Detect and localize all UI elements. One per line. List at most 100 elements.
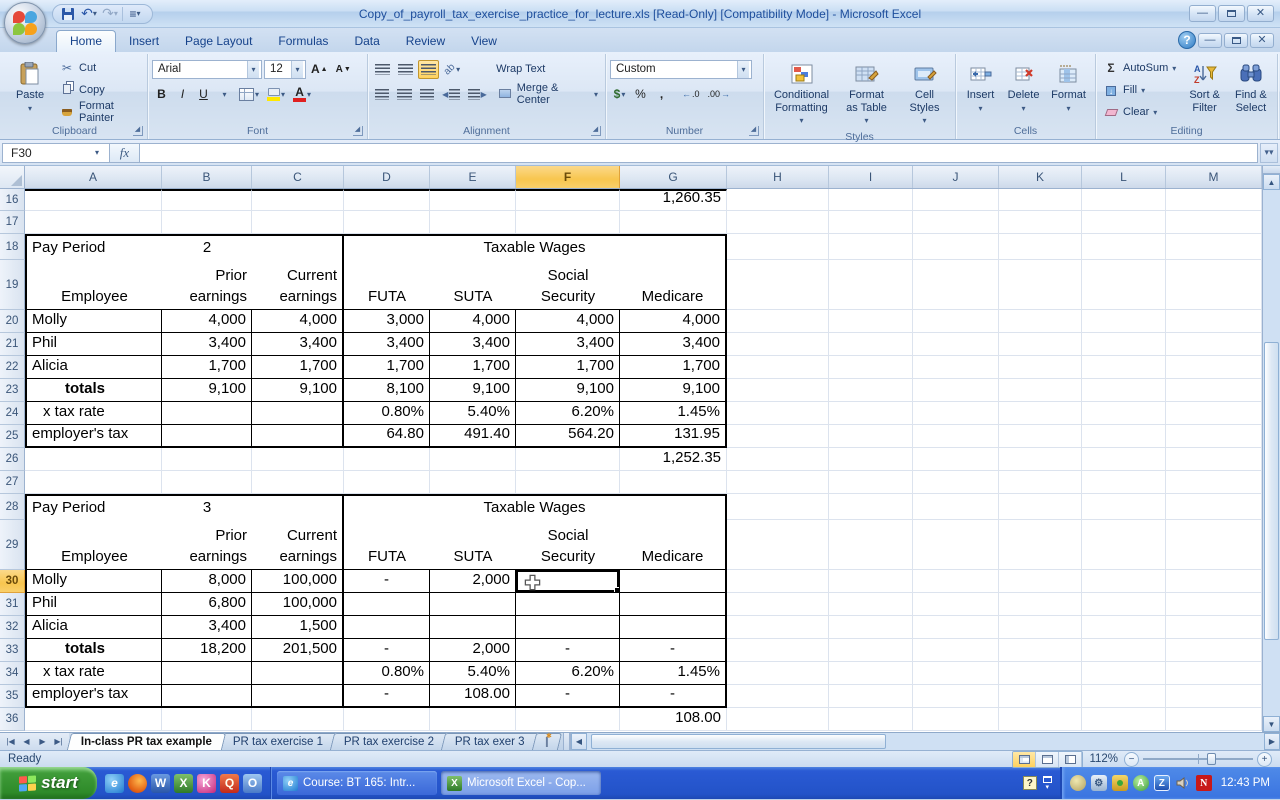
cell-I21[interactable] [829,333,913,356]
cell-C24[interactable] [252,402,344,425]
cell-B23[interactable]: 9,100 [162,379,252,402]
cell-D36[interactable] [344,708,430,731]
row-header-29[interactable]: 29 [0,520,25,570]
cell-E20[interactable]: 4,000 [430,310,516,333]
cell-K17[interactable] [999,211,1082,234]
insert-function-button[interactable]: fx [110,143,140,163]
scroll-right-button[interactable]: ▶ [1264,733,1280,750]
cell-H26[interactable] [727,448,829,471]
cell-C17[interactable] [252,211,344,234]
tab-page-layout[interactable]: Page Layout [172,31,265,52]
cell-E32[interactable] [430,616,516,639]
underline-dropdown[interactable]: ▾ [215,85,234,104]
cell-G17[interactable] [620,211,727,234]
cell-E34[interactable]: 5.40% [430,662,516,685]
cell-J31[interactable] [913,593,999,616]
cell-J23[interactable] [913,379,999,402]
restore-button[interactable] [1218,5,1245,22]
autosum-button[interactable]: ΣAutoSum▾ [1100,59,1181,77]
page-break-view-button[interactable] [1059,752,1082,767]
cell-F23[interactable]: 9,100 [516,379,620,402]
cell-J19[interactable] [913,260,999,310]
cell-B17[interactable] [162,211,252,234]
workbook-restore-button[interactable] [1224,33,1248,48]
delete-cells-button[interactable]: Delete▾ [1003,58,1044,122]
messenger-tray-icon[interactable] [1070,775,1086,791]
cell-J25[interactable] [913,425,999,448]
increase-indent-button[interactable]: ▶ [465,85,489,104]
shrink-font-button[interactable]: A▼ [333,60,354,79]
cell-L29[interactable] [1082,520,1166,570]
cell-E24[interactable]: 5.40% [430,402,516,425]
format-as-table-button[interactable]: Format as Table▾ [840,58,894,128]
row-header-23[interactable]: 23 [0,379,25,402]
sheet-tab-pr-tax-exercise-1[interactable]: PR tax exercise 1 [219,733,337,750]
cell-J30[interactable] [913,570,999,593]
cell-I25[interactable] [829,425,913,448]
cell-M16[interactable] [1166,189,1262,211]
cell-A20[interactable]: Molly [25,310,162,333]
undo-button[interactable]: ↶▾ [80,6,98,22]
cell-H22[interactable] [727,356,829,379]
cell-C28[interactable] [252,494,344,520]
outlook-icon[interactable]: O [243,774,262,793]
cell-F25[interactable]: 564.20 [516,425,620,448]
cell-F34[interactable]: 6.20% [516,662,620,685]
conditional-formatting-button[interactable]: Conditional Formatting▾ [771,58,833,128]
next-sheet-button[interactable]: ▶ [35,735,50,749]
cell-E33[interactable]: 2,000 [430,639,516,662]
cell-F16[interactable] [516,189,620,211]
zoom-in-button[interactable]: + [1257,752,1272,767]
excel-icon[interactable]: X [174,774,193,793]
cell-D28[interactable]: Taxable Wages [344,494,727,520]
cell-L18[interactable] [1082,234,1166,260]
restore-toolbar-icon[interactable]: ▾ [1043,776,1052,791]
column-header-H[interactable]: H [727,166,829,188]
tab-view[interactable]: View [458,31,510,52]
align-center-button[interactable] [394,85,414,104]
cell-J36[interactable] [913,708,999,731]
cell-I22[interactable] [829,356,913,379]
cell-I23[interactable] [829,379,913,402]
cell-H27[interactable] [727,471,829,494]
font-family-select[interactable]: Arial▾ [152,60,262,79]
cell-A25[interactable]: employer's tax [25,425,162,448]
cell-K33[interactable] [999,639,1082,662]
row-header-32[interactable]: 32 [0,616,25,639]
cell-I27[interactable] [829,471,913,494]
decrease-indent-button[interactable]: ◀ [439,85,463,104]
tools-tray-icon[interactable]: ⚙ [1091,775,1107,791]
sheet-tab-pr-tax-exer-3[interactable]: PR tax exer 3 [441,733,539,750]
cell-K34[interactable] [999,662,1082,685]
cell-J24[interactable] [913,402,999,425]
cell-G32[interactable] [620,616,727,639]
number-format-select[interactable]: Custom▾ [610,60,752,79]
number-dialog-launcher[interactable]: ◢ [749,126,759,136]
cell-L22[interactable] [1082,356,1166,379]
column-header-G[interactable]: G [620,166,727,188]
cut-button[interactable]: ✂Cut [56,59,143,77]
zoom-slider[interactable] [1143,758,1253,760]
cell-K23[interactable] [999,379,1082,402]
accounting-format-button[interactable]: $▾ [610,85,629,104]
format-cells-button[interactable]: Format▾ [1046,58,1091,122]
page-layout-view-button[interactable] [1036,752,1059,767]
antivirus-tray-icon[interactable]: A [1133,775,1149,791]
cell-L35[interactable] [1082,685,1166,708]
cell-B31[interactable]: 6,800 [162,593,252,616]
cell-G22[interactable]: 1,700 [620,356,727,379]
cell-I34[interactable] [829,662,913,685]
cell-J16[interactable] [913,189,999,211]
cell-A19[interactable]: Employee [25,260,162,310]
volume-tray-icon[interactable] [1175,775,1191,791]
cell-D24[interactable]: 0.80% [344,402,430,425]
alignment-dialog-launcher[interactable]: ◢ [591,126,601,136]
cell-I33[interactable] [829,639,913,662]
cell-H16[interactable] [727,189,829,211]
cell-G27[interactable] [620,471,727,494]
cell-E19[interactable]: SUTA [430,260,516,310]
cell-A35[interactable]: employer's tax [25,685,162,708]
percent-style-button[interactable]: % [631,85,650,104]
cell-J32[interactable] [913,616,999,639]
workbook-minimize-button[interactable]: — [1198,33,1222,48]
